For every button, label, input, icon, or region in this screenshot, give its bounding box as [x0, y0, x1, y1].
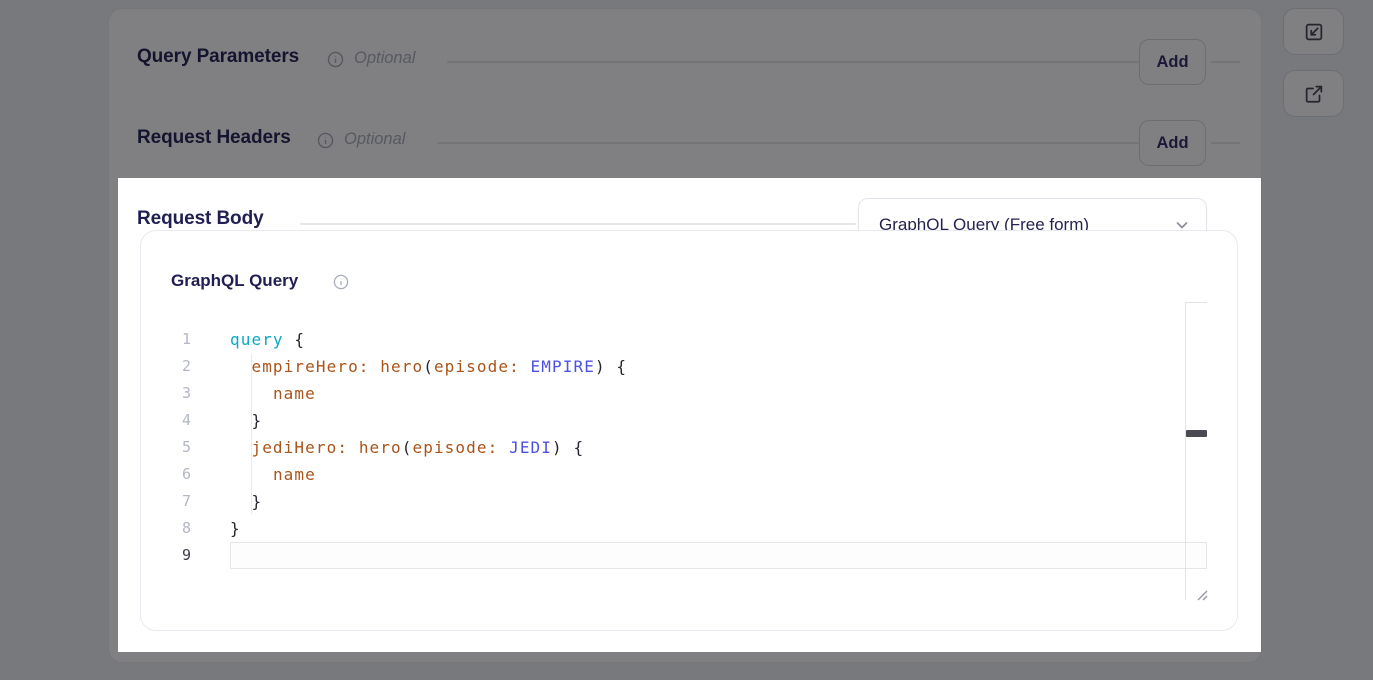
query-parameters-info-icon[interactable]	[327, 51, 344, 68]
request-headers-title: Request Headers	[137, 127, 291, 149]
editor-resize-handle[interactable]	[1192, 585, 1209, 607]
code-line: 5 jediHero: hero(episode: JEDI) {	[155, 434, 1215, 461]
page: Query Parameters Optional Add Request He…	[0, 0, 1373, 680]
divider	[1211, 61, 1240, 63]
code-line: 3 name	[155, 380, 1215, 407]
line-number: 5	[155, 434, 191, 461]
dim-overlay-right	[1261, 178, 1373, 652]
open-external-button[interactable]	[1283, 70, 1344, 117]
code-token: episode	[434, 357, 509, 376]
code-token: hero	[380, 357, 423, 376]
code-token	[284, 330, 295, 349]
code-token: JEDI	[509, 438, 552, 457]
line-number: 4	[155, 407, 191, 434]
line-number: 2	[155, 353, 191, 380]
active-line-content	[230, 542, 1207, 569]
code-token	[230, 492, 251, 511]
code-token: (	[423, 357, 434, 376]
code-token: :	[509, 357, 520, 376]
request-body-title: Request Body	[137, 208, 264, 230]
dim-overlay-left	[0, 178, 118, 652]
code-token: )	[595, 357, 606, 376]
line-number: 9	[155, 542, 191, 569]
code-token: empireHero	[251, 357, 358, 376]
line-number: 3	[155, 380, 191, 407]
code-token: name	[273, 465, 316, 484]
code-line-content: name	[230, 380, 316, 407]
line-number: 8	[155, 515, 191, 542]
code-token: }	[251, 411, 262, 430]
divider	[447, 61, 1139, 63]
code-token	[563, 438, 574, 457]
edit-request-button[interactable]	[1283, 8, 1344, 55]
code-token	[230, 411, 251, 430]
divider	[1211, 142, 1240, 144]
code-line-content: query {	[230, 326, 305, 353]
request-headers-optional-label: Optional	[344, 130, 405, 149]
graphql-query-editor[interactable]: 1query {2 empireHero: hero(episode: EMPI…	[155, 326, 1215, 569]
code-token: {	[574, 438, 585, 457]
code-token: }	[251, 492, 262, 511]
code-token: jediHero	[251, 438, 337, 457]
request-headers-info-icon[interactable]	[317, 132, 334, 149]
code-line-content: }	[230, 488, 262, 515]
code-token: name	[273, 384, 316, 403]
code-line: 8}	[155, 515, 1215, 542]
code-token	[230, 438, 251, 457]
query-parameters-title: Query Parameters	[137, 46, 299, 68]
code-line-content: jediHero: hero(episode: JEDI) {	[230, 434, 584, 461]
code-line-content: name	[230, 461, 316, 488]
line-number: 1	[155, 326, 191, 353]
code-token: }	[230, 519, 241, 538]
editor-scrollbar-thumb[interactable]	[1186, 430, 1207, 437]
divider	[300, 223, 856, 225]
code-token: :	[488, 438, 499, 457]
editor-scrollbar-track-cap	[1185, 302, 1207, 303]
graphql-query-label: GraphQL Query	[171, 271, 298, 291]
editor-scrollbar-track	[1185, 302, 1186, 600]
indent-guide	[251, 354, 252, 514]
code-token: episode	[412, 438, 487, 457]
divider	[437, 142, 1139, 144]
add-request-header-button[interactable]: Add	[1139, 120, 1206, 166]
code-token: )	[552, 438, 563, 457]
code-line: 4 }	[155, 407, 1215, 434]
code-token: hero	[359, 438, 402, 457]
code-line: 1 query {	[155, 326, 1215, 353]
code-token: :	[359, 357, 370, 376]
code-token	[230, 357, 251, 376]
code-line-content: }	[230, 515, 241, 542]
code-token: {	[294, 330, 305, 349]
code-token	[348, 438, 359, 457]
query-parameters-optional-label: Optional	[354, 49, 415, 68]
code-token: :	[337, 438, 348, 457]
code-line: 2 empireHero: hero(episode: EMPIRE) {	[155, 353, 1215, 380]
code-token	[520, 357, 531, 376]
code-token	[606, 357, 617, 376]
code-line-content: }	[230, 407, 262, 434]
code-line: 6 name	[155, 461, 1215, 488]
code-token: {	[616, 357, 627, 376]
code-token: (	[402, 438, 413, 457]
code-token: query	[230, 330, 284, 349]
code-token	[370, 357, 381, 376]
code-line-content: empireHero: hero(episode: EMPIRE) {	[230, 353, 627, 380]
line-number: 6	[155, 461, 191, 488]
code-token	[498, 438, 509, 457]
external-link-icon	[1303, 83, 1325, 105]
add-query-parameter-button[interactable]: Add	[1139, 39, 1206, 85]
edit-in-square-icon	[1303, 21, 1325, 43]
code-line: 7 }	[155, 488, 1215, 515]
code-line: 9	[155, 542, 1215, 569]
code-token: EMPIRE	[531, 357, 595, 376]
line-number: 7	[155, 488, 191, 515]
graphql-query-info-icon[interactable]	[333, 274, 349, 290]
